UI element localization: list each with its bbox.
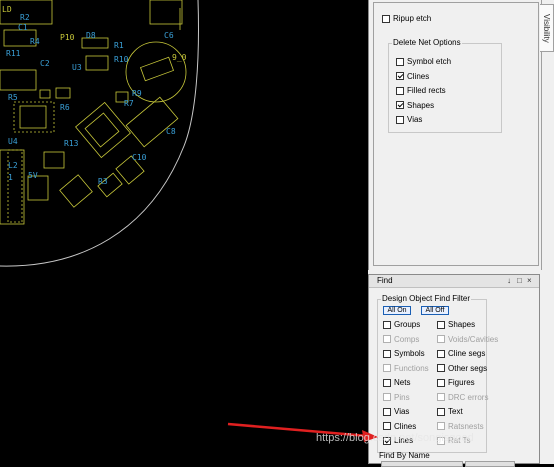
annotation-arrow xyxy=(227,422,378,442)
watermark: https://blog.csdn.net/songisgood xyxy=(316,432,474,444)
